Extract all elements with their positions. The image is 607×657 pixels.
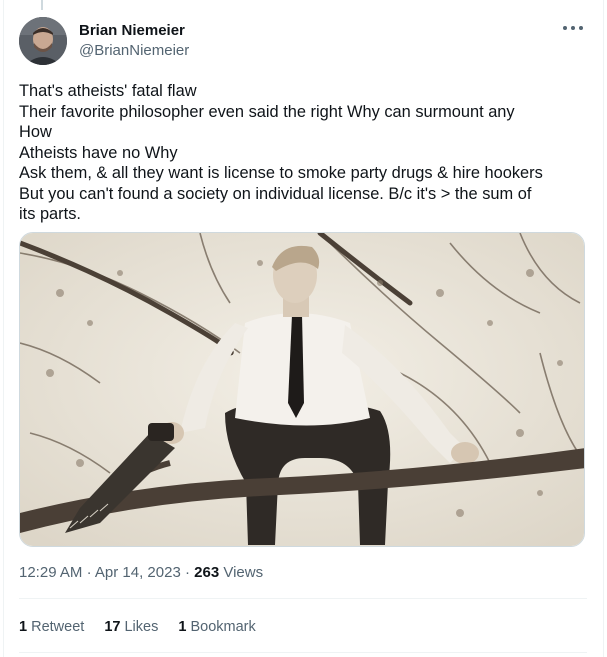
meta-separator: · <box>184 564 190 581</box>
views-label: Views <box>223 564 264 581</box>
divider <box>19 598 587 599</box>
frame-border-right <box>603 0 604 657</box>
retweets-count: 1 <box>19 619 28 635</box>
bookmarks-count: 1 <box>178 619 187 635</box>
avatar[interactable] <box>19 17 67 65</box>
tweet-time[interactable]: 12:29 AM <box>19 564 82 581</box>
man-in-tree-photo <box>20 233 584 546</box>
more-dot <box>571 26 575 30</box>
tweet-text: That's atheists' fatal flaw Their favori… <box>19 81 589 225</box>
retweets-label: Retweet <box>31 619 85 635</box>
divider <box>19 652 587 653</box>
more-options-icon[interactable] <box>563 22 583 34</box>
tweet-line: Their favorite philosopher even said the… <box>19 102 515 121</box>
tweet-line: That's atheists' fatal flaw <box>19 82 197 100</box>
likes-label: Likes <box>124 619 159 635</box>
author-names: Brian Niemeier @BrianNiemeier <box>79 21 189 61</box>
tweet-date[interactable]: Apr 14, 2023 <box>95 564 181 581</box>
retweets-stat[interactable]: 1 Retweet <box>19 617 84 637</box>
tweet-line: How <box>19 123 52 141</box>
bookmarks-label: Bookmark <box>190 619 256 635</box>
meta-separator: · <box>86 564 92 581</box>
likes-stat[interactable]: 17 Likes <box>104 617 158 637</box>
frame-border-left <box>3 0 4 657</box>
thread-connector-line <box>41 0 43 10</box>
user-handle[interactable]: @BrianNiemeier <box>79 41 189 61</box>
tweet-photo[interactable] <box>19 232 585 547</box>
likes-count: 17 <box>104 619 121 635</box>
bookmarks-stat[interactable]: 1 Bookmark <box>178 617 255 637</box>
tweet-line: Atheists have no Why <box>19 143 178 162</box>
tweet-header: Brian Niemeier @BrianNiemeier <box>19 16 587 66</box>
display-name[interactable]: Brian Niemeier <box>79 21 189 41</box>
more-dot <box>563 26 567 30</box>
tweet-stats: 1 Retweet 17 Likes 1 Bookmark <box>19 617 276 637</box>
tweet-line: Ask them, & all they want is license to … <box>19 164 543 182</box>
views-count: 263 <box>194 564 220 581</box>
tweet-line: its parts. <box>19 205 81 223</box>
tweet-line: But you can't found a society on individ… <box>19 184 532 203</box>
user-avatar-icon <box>19 17 67 65</box>
more-dot <box>579 26 583 30</box>
tweet-meta: 12:29 AM · Apr 14, 2023 · 263 Views <box>19 563 263 583</box>
